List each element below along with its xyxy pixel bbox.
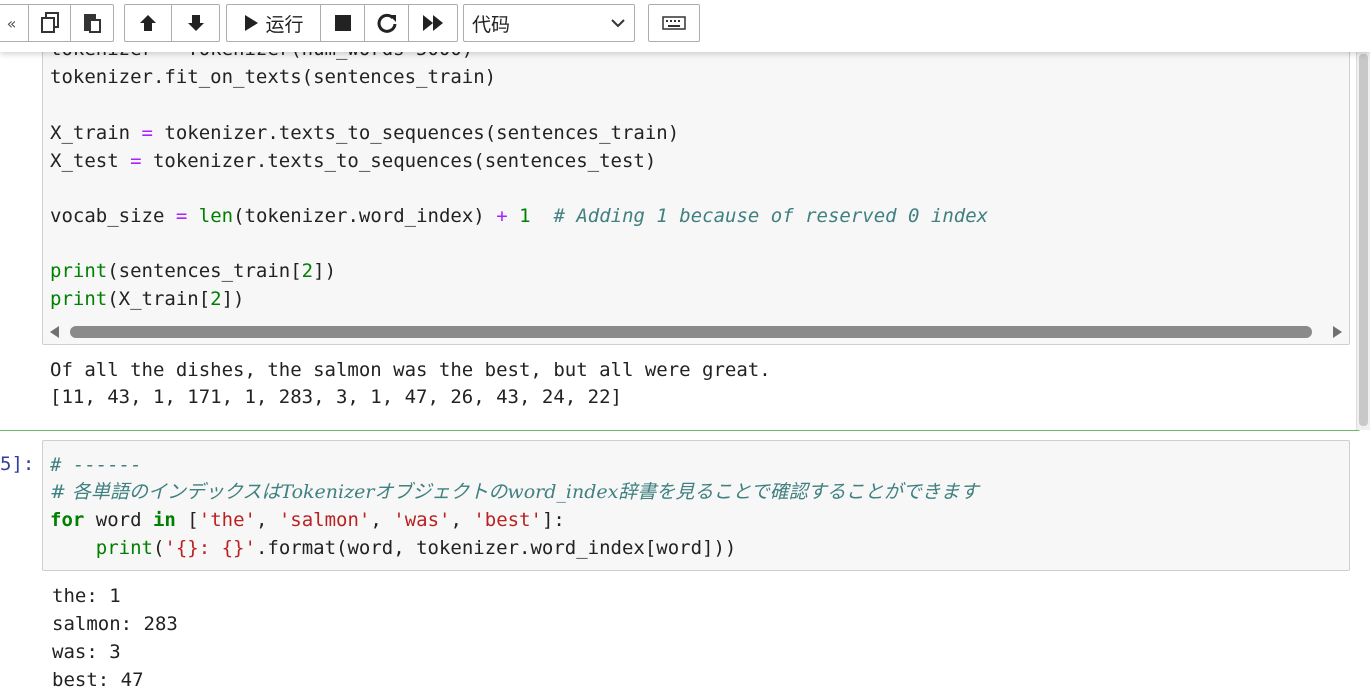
edit-button-group: « — [0, 4, 114, 42]
move-up-button[interactable] — [125, 5, 172, 41]
cell2-output-line-3: was: 3 — [52, 641, 121, 663]
paste-icon — [84, 14, 101, 33]
move-down-icon — [187, 15, 204, 31]
keyboard-button-group — [648, 4, 700, 42]
cell-prompt: 5]: — [0, 453, 35, 475]
restart-button[interactable] — [365, 5, 409, 41]
cell2-code-line-2: # 各単語のインデックスはTokenizerオブジェクトのword_index辞… — [50, 481, 979, 503]
output-line-1: Of all the dishes, the salmon was the be… — [50, 359, 771, 381]
move-down-button[interactable] — [172, 5, 219, 41]
scroll-right-arrow-icon[interactable] — [1333, 326, 1342, 338]
run-icon — [245, 15, 259, 31]
cut-button[interactable]: « — [0, 5, 29, 41]
notebook-toolbar: « 运行 代码 — [0, 0, 1370, 52]
copy-icon — [40, 12, 59, 33]
vertical-scrollbar[interactable] — [1356, 52, 1370, 430]
horizontal-scrollbar[interactable] — [44, 321, 1348, 343]
code-line-5: X_test = tokenizer.texts_to_sequences(se… — [50, 150, 657, 172]
fast-forward-icon — [423, 15, 443, 31]
cell2-output-line-1: the: 1 — [52, 585, 121, 607]
cell2-code-line-4: print('{}: {}'.format(word, tokenizer.wo… — [95, 537, 737, 559]
code-line-10: print(X_train[2]) — [50, 288, 245, 310]
copy-button[interactable] — [29, 5, 71, 41]
paste-button[interactable] — [71, 5, 113, 41]
scroll-left-arrow-icon[interactable] — [50, 326, 59, 338]
keyboard-icon — [662, 16, 686, 30]
stop-icon — [334, 15, 351, 31]
cell2-output-line-2: salmon: 283 — [52, 613, 178, 635]
scrollbar-thumb[interactable] — [70, 326, 1312, 338]
code-line-7: vocab_size = len(tokenizer.word_index) +… — [50, 205, 989, 227]
cut-icon: « — [6, 13, 17, 33]
code-line-4: X_train = tokenizer.texts_to_sequences(s… — [50, 122, 680, 144]
run-button-label: 运行 — [265, 13, 304, 36]
cell2-output-line-4: best: 47 — [52, 669, 144, 691]
run-button[interactable]: 运行 — [227, 5, 321, 41]
code-line-9: print(sentences_train[2]) — [50, 260, 337, 282]
cell-type-value: 代码 — [472, 13, 511, 36]
command-palette-button[interactable] — [649, 5, 699, 41]
run-button-group: 运行 — [226, 4, 458, 42]
restart-icon — [377, 13, 396, 33]
vertical-scrollbar-thumb[interactable] — [1359, 54, 1368, 426]
stop-button[interactable] — [321, 5, 365, 41]
run-all-button[interactable] — [409, 5, 457, 41]
move-button-group — [124, 4, 220, 42]
cell-type-select[interactable]: 代码 — [463, 4, 635, 42]
cell2-code-line-1: # ------ — [50, 454, 142, 476]
cell2-code-line-3: for word in ['the', 'salmon', 'was', 'be… — [50, 509, 565, 531]
move-up-icon — [140, 15, 156, 31]
output-line-2: [11, 43, 1, 171, 1, 283, 3, 1, 47, 26, 4… — [50, 386, 622, 408]
chevron-down-icon — [611, 19, 625, 28]
code-line-2: tokenizer.fit_on_texts(sentences_train) — [50, 66, 497, 88]
notebook: tokenizer = Tokenizer(num_words=5000) to… — [0, 0, 1370, 696]
